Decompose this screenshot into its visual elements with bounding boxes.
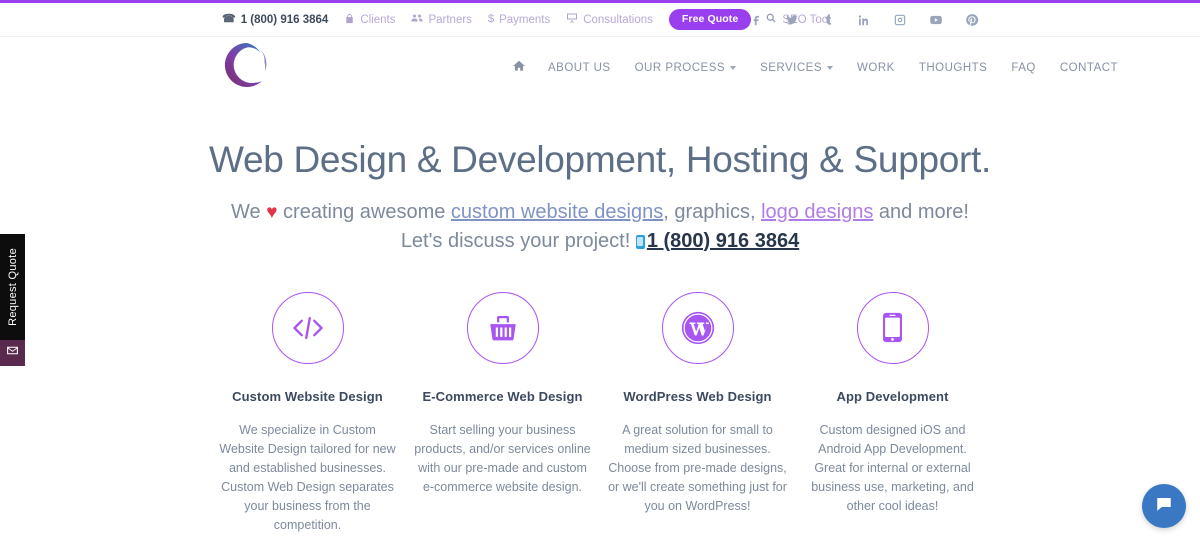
- service-card-wordpress-web-design: WordPress Web Design A great solution fo…: [600, 291, 795, 535]
- page-title: Web Design & Development, Hosting & Supp…: [208, 139, 992, 180]
- services-section: Custom Website Design We specialize in C…: [0, 291, 1200, 535]
- shopping-basket-icon: [486, 312, 520, 343]
- facebook-icon[interactable]: [748, 12, 764, 28]
- service-icon-circle[interactable]: [271, 291, 344, 364]
- hero-section: Web Design & Development, Hosting & Supp…: [0, 99, 1200, 255]
- service-icon-circle[interactable]: [661, 291, 734, 364]
- phone-icon: ☎: [222, 13, 236, 25]
- service-card-custom-website-design: Custom Website Design We specialize in C…: [210, 291, 405, 535]
- hero-sub-text: creating awesome: [277, 200, 451, 223]
- service-title: App Development: [836, 388, 949, 404]
- utility-phone-label: 1 (800) 916 3864: [240, 13, 329, 26]
- utility-link-label: Partners: [428, 13, 472, 26]
- hero-phone-number[interactable]: 1 (800) 916 3864: [647, 230, 799, 252]
- nav-item-label: THOUGHTS: [918, 61, 988, 74]
- service-title: Custom Website Design: [232, 388, 383, 404]
- nav-item-label: OUR PROCESS: [634, 61, 726, 74]
- mobile-phone-icon: [882, 312, 903, 343]
- logo-icon: [224, 42, 267, 87]
- hero-subtitle-line2: Let's discuss your project! 1 (800) 916 …: [0, 227, 1200, 255]
- twitter-icon[interactable]: [784, 12, 800, 28]
- main-header: ABOUT US OUR PROCESS SERVICES WORK THOUG…: [0, 37, 1200, 99]
- nav-item-label: CONTACT: [1059, 61, 1119, 74]
- lock-icon: [344, 13, 355, 27]
- utility-link-partners[interactable]: Partners: [411, 12, 472, 27]
- link-custom-website-designs[interactable]: custom website designs: [451, 201, 663, 223]
- nav-item-our-process[interactable]: OUR PROCESS: [635, 62, 737, 74]
- nav-item-about-us[interactable]: ABOUT US: [548, 62, 611, 74]
- request-quote-label: Request Quote: [6, 248, 19, 326]
- service-title: WordPress Web Design: [623, 388, 772, 404]
- chat-widget-button[interactable]: [1142, 484, 1186, 528]
- nav-item-label: ABOUT US: [548, 61, 611, 74]
- main-nav: ABOUT US OUR PROCESS SERVICES WORK THOUG…: [512, 59, 1142, 76]
- hero-sub-text: We: [231, 200, 267, 223]
- pinterest-icon[interactable]: [964, 12, 980, 28]
- heart-icon: ♥: [266, 201, 278, 223]
- hero-sub-text: and more!: [873, 200, 969, 223]
- nav-item-label: WORK: [857, 61, 895, 74]
- service-description: A great solution for small to medium siz…: [608, 422, 787, 513]
- hero-subtitle: We ♥ creating awesome custom website des…: [0, 198, 1200, 255]
- nav-item-label: FAQ: [1011, 61, 1036, 74]
- nav-item-home[interactable]: [512, 59, 526, 76]
- service-card-app-development: App Development Custom designed iOS and …: [795, 291, 990, 535]
- chat-bubble-icon: [1155, 495, 1173, 518]
- linkedin-icon[interactable]: [856, 12, 872, 28]
- envelope-icon: [6, 344, 19, 362]
- utility-link-clients[interactable]: Clients: [344, 13, 395, 27]
- social-links: [748, 12, 980, 28]
- nav-item-services[interactable]: SERVICES: [760, 61, 834, 74]
- mobile-phone-icon: [635, 234, 645, 249]
- request-quote-tab[interactable]: Request Quote: [0, 234, 25, 340]
- code-brackets-icon: [290, 314, 326, 342]
- youtube-icon[interactable]: [928, 12, 944, 28]
- utility-bar: ☎ 1 (800) 916 3864 Clients Partners $ Pa…: [0, 3, 1200, 37]
- utility-link-consultations[interactable]: Consultations: [566, 12, 653, 27]
- service-description: Start selling your business products, an…: [414, 422, 591, 494]
- service-title: E-Commerce Web Design: [422, 388, 583, 404]
- hero-sub-text: Let's discuss your project!: [400, 229, 636, 252]
- utility-link-label: Clients: [360, 13, 396, 26]
- nav-item-faq[interactable]: FAQ: [1011, 62, 1036, 74]
- link-logo-designs[interactable]: logo designs: [761, 201, 873, 223]
- hero-subtitle-line1: We ♥ creating awesome custom website des…: [0, 198, 1200, 227]
- presentation-screen-icon: [566, 12, 578, 27]
- utility-phone[interactable]: ☎ 1 (800) 916 3864: [222, 14, 328, 26]
- tumblr-icon[interactable]: [820, 12, 836, 28]
- utility-link-payments[interactable]: $ Payments: [488, 14, 550, 26]
- users-icon: [411, 12, 423, 27]
- nav-item-work[interactable]: WORK: [857, 62, 895, 74]
- utility-link-label: Payments: [499, 13, 551, 26]
- instagram-icon[interactable]: [892, 12, 908, 28]
- nav-item-contact[interactable]: CONTACT: [1060, 62, 1118, 74]
- site-logo[interactable]: [221, 39, 273, 91]
- nav-item-thoughts[interactable]: THOUGHTS: [919, 62, 988, 74]
- request-quote-mail-button[interactable]: [0, 340, 25, 366]
- nav-item-label: SERVICES: [760, 61, 823, 74]
- service-icon-circle[interactable]: [466, 291, 539, 364]
- free-quote-button[interactable]: Free Quote: [668, 9, 752, 30]
- service-description: We specialize in Custom Website Design t…: [219, 422, 396, 532]
- utility-link-label: Consultations: [583, 13, 653, 26]
- service-icon-circle[interactable]: [856, 291, 929, 364]
- service-description: Custom designed iOS and Android App Deve…: [811, 422, 974, 513]
- wordpress-icon: [679, 309, 717, 347]
- service-card-ecommerce-web-design: E-Commerce Web Design Start selling your…: [405, 291, 600, 535]
- home-icon: [512, 59, 526, 76]
- hero-sub-text: , graphics,: [663, 200, 762, 223]
- dollar-icon: $: [487, 13, 495, 25]
- chevron-down-icon: [827, 65, 834, 70]
- chevron-down-icon: [730, 65, 737, 70]
